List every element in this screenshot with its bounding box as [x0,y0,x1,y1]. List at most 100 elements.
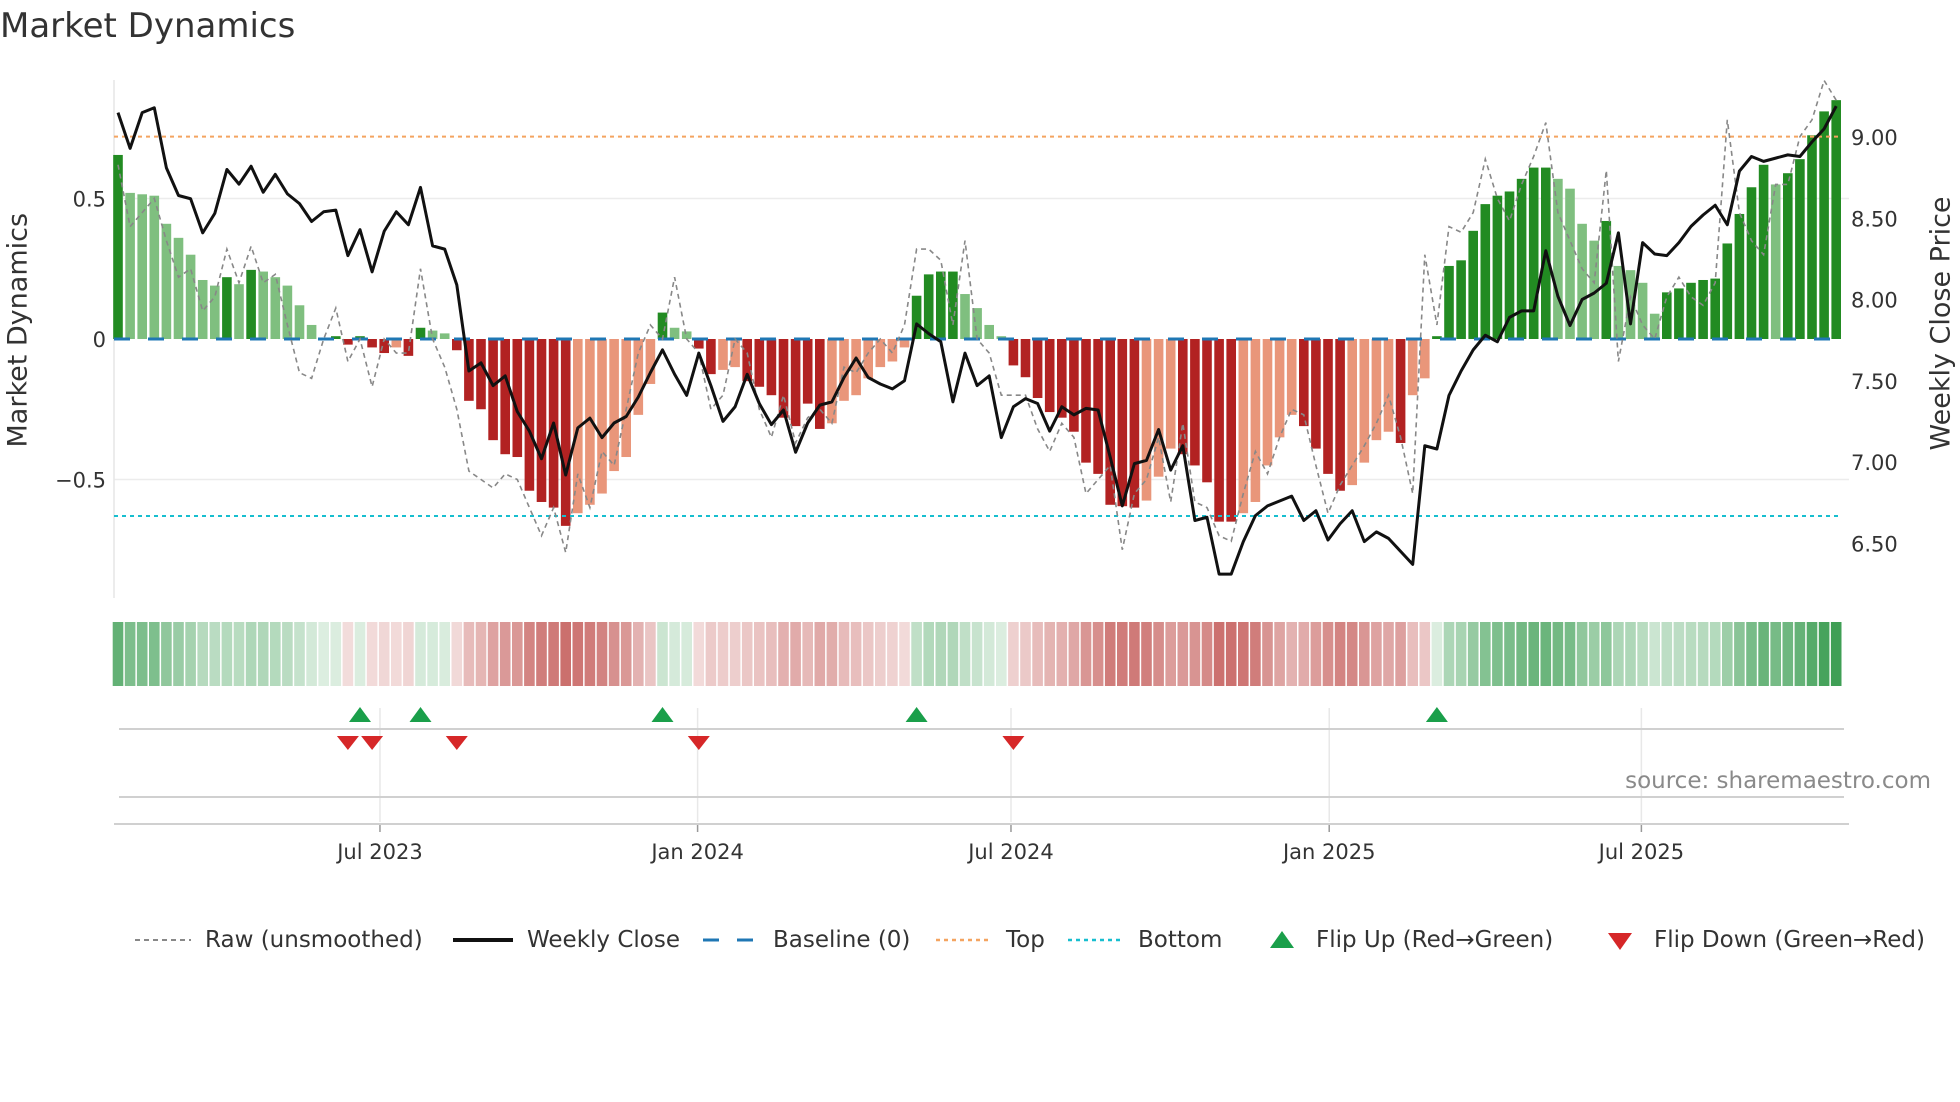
momentum-bar [1129,339,1140,508]
heat-strip-cell [1213,622,1225,686]
y-tick-label: 0.5 [73,188,106,212]
heat-strip-cell [1262,622,1273,686]
momentum-bar [1323,339,1333,474]
momentum-bar [1020,339,1031,378]
heat-strip-cell [693,622,705,686]
momentum-bar [1069,339,1079,432]
heat-strip-cell [233,622,245,686]
momentum-bar [1262,339,1273,466]
heat-strip-cell [996,622,1007,686]
momentum-bar [1553,178,1563,339]
momentum-bar [851,339,861,396]
momentum-bar [415,327,426,339]
momentum-bar [1105,339,1115,505]
heat-strip-cell [475,622,487,686]
momentum-bar [1722,243,1733,339]
heat-strip-cell [669,622,680,686]
heat-strip-cell [1685,622,1697,686]
heat-strip-cell [1758,622,1769,686]
heat-strip-cell [124,622,136,686]
heat-strip-cell [1286,622,1297,686]
momentum-bar [1383,339,1394,432]
heat-strip-cell [1794,622,1806,686]
momentum-bar [1153,339,1164,477]
heat-strip-cell [1201,622,1213,686]
momentum-bar [1008,339,1019,366]
legend-item-close: Weekly Close [453,922,680,958]
momentum-bar [802,339,813,404]
heat-strip-cell [499,622,511,686]
heat-strip-cell [923,622,934,686]
heat-strip-cell [1177,622,1189,686]
heat-strip-cell [584,622,596,686]
heat-strip-cell [330,622,342,686]
flip-up-marker [905,707,928,722]
momentum-bar [1407,339,1418,396]
heat-strip-cell [1419,622,1431,686]
heat-strip-cell [1008,622,1019,686]
heat-strip-cell [1613,622,1624,686]
heat-strip-cell [826,622,838,686]
momentum-bar [1226,339,1236,522]
momentum-bar [960,294,970,339]
heat-strip-cell [487,622,499,686]
baseline-line-icon [703,938,759,942]
heat-strip-cell [282,622,293,686]
legend: Raw (unsmoothed) Weekly Close Baseline (… [0,922,1960,958]
heat-strip-cell [1516,622,1527,686]
momentum-bar [1250,339,1261,502]
heat-strip-cell [1056,622,1068,686]
momentum-bar [306,324,317,339]
heat-strip-cell [1588,622,1600,686]
momentum-bar [1420,339,1430,379]
source-credit: source: sharemaestro.com [1625,768,1931,794]
heat-strip-cell [439,622,450,686]
right-axis-label: Weekly Close Price [1925,196,1957,451]
y2-tick-label: 6.50 [1851,532,1898,556]
momentum-bar [1335,339,1345,491]
heat-strip-cell [1371,622,1382,686]
momentum-bar [1165,339,1176,449]
heat-strip-cell [257,622,269,686]
heat-strip-cell [754,622,765,686]
heat-strip-cell [572,622,584,686]
momentum-bar [790,339,801,427]
heat-strip-cell [1153,622,1164,686]
heat-strip-cell [911,622,922,686]
x-tick-label: Jan 2025 [1281,840,1376,864]
momentum-bar [1238,339,1249,514]
momentum-bar [1032,339,1043,399]
heat-strip-cell [403,622,414,686]
momentum-bar [149,195,160,339]
heat-strip-cell [1238,622,1249,686]
momentum-bar [1637,282,1648,339]
momentum-bar [488,339,498,441]
x-tick-label: Jan 2024 [649,840,744,864]
momentum-bar [476,339,486,410]
momentum-bar [1093,339,1103,474]
momentum-bar [1178,339,1188,455]
legend-item-bottom: Bottom [1068,922,1222,958]
momentum-bar [1770,184,1781,339]
heat-strip-cell [1637,622,1648,686]
heat-strip-cell [620,622,632,686]
x-tick-label: Jul 2024 [966,840,1053,864]
heat-strip-cell [366,622,378,686]
heat-strip-cell [899,622,910,686]
heat-strip-cell [1564,622,1576,686]
heat-strip-cell [790,622,801,686]
triangle-up-icon [1270,931,1294,948]
momentum-bar [1577,223,1587,339]
legend-item-flip-up: Flip Up (Red→Green) [1262,922,1553,958]
legend-item-baseline: Baseline (0) [703,922,910,958]
raw-line-icon [135,939,191,941]
heat-strip-cell [112,622,124,686]
heat-strip-cell [1407,622,1418,686]
heat-strip-cell [717,622,729,686]
momentum-bar [1819,111,1829,339]
heat-strip-cell [1552,622,1564,686]
flip-up-marker [651,707,674,722]
heat-strip-cell [1455,622,1467,686]
heat-strip-cell [1068,622,1080,686]
momentum-bar [439,333,450,339]
